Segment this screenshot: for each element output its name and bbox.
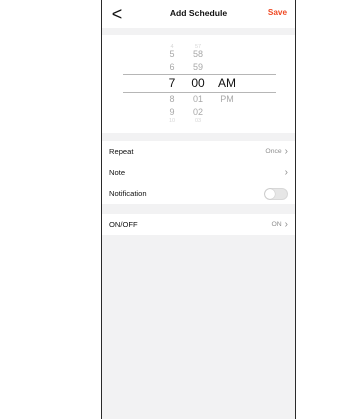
- time-picker: 4 5 6 7 8 9 10 57 58 59 00 01 02 03 AM P…: [102, 35, 295, 133]
- onoff-row[interactable]: ON/OFF ON ›: [102, 214, 295, 235]
- onoff-list: ON/OFF ON ›: [102, 214, 295, 235]
- picker-selection-top-line: [123, 74, 276, 75]
- page-title: Add Schedule: [169, 8, 228, 18]
- toggle-knob: [265, 188, 275, 199]
- picker-selection-bottom-line: [123, 92, 276, 93]
- chevron-right-icon: ›: [284, 218, 288, 230]
- minute-option[interactable]: 03: [181, 118, 215, 124]
- chevron-right-icon: ›: [284, 166, 288, 178]
- repeat-label: Repeat: [109, 147, 134, 156]
- onoff-label: ON/OFF: [109, 220, 138, 229]
- minute-option[interactable]: 58: [181, 49, 215, 59]
- meridiem-option[interactable]: PM: [210, 94, 244, 104]
- section-divider: [102, 206, 295, 214]
- notification-row: Notification: [102, 183, 295, 204]
- notification-label: Notification: [109, 189, 147, 198]
- phone-screen: < Add Schedule Save 4 5 6 7 8 9 10 57 58…: [101, 0, 296, 419]
- settings-list: Repeat Once › Note › Notification: [102, 141, 295, 204]
- minute-option[interactable]: 59: [181, 62, 215, 72]
- header-bar: < Add Schedule Save: [102, 0, 295, 28]
- minute-option[interactable]: 02: [181, 107, 215, 117]
- onoff-value: ON: [271, 221, 282, 228]
- meridiem-option-selected[interactable]: AM: [210, 76, 244, 90]
- note-row[interactable]: Note ›: [102, 162, 295, 183]
- note-label: Note: [109, 168, 126, 177]
- repeat-row[interactable]: Repeat Once ›: [102, 141, 295, 162]
- notification-toggle[interactable]: [264, 187, 288, 200]
- chevron-right-icon: ›: [284, 145, 288, 157]
- repeat-value: Once: [265, 148, 282, 155]
- save-button[interactable]: Save: [268, 8, 287, 17]
